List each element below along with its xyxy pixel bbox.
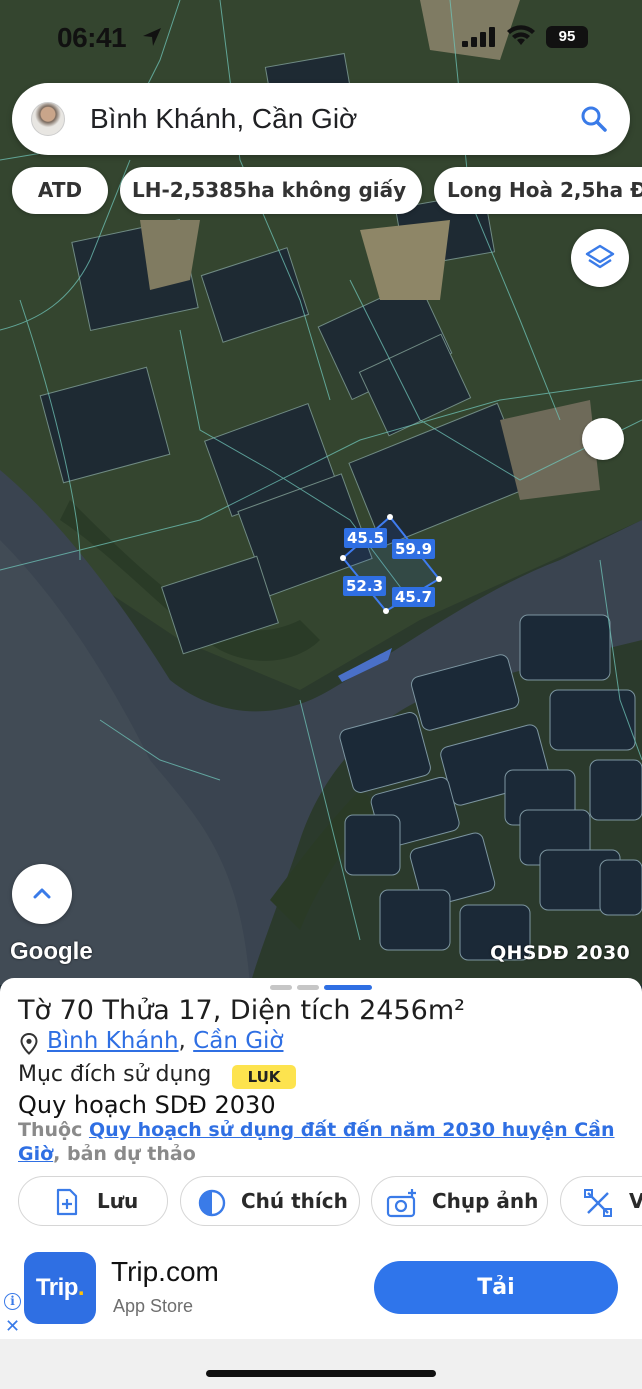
draw-label: Vẽ: [629, 1189, 642, 1213]
layers-button[interactable]: [571, 229, 629, 287]
parcel-title: Tờ 70 Thửa 17, Diện tích 2456m²: [18, 995, 465, 1026]
expand-button[interactable]: [12, 864, 72, 924]
ad-title[interactable]: Trip.com: [111, 1256, 219, 1288]
plan-heading: Quy hoạch SDĐ 2030: [18, 1091, 276, 1119]
ad-banner[interactable]: i ✕ Trip. Trip.com App Store Tải: [0, 1242, 642, 1339]
parcel-edge-label: 45.7: [392, 587, 436, 607]
app-logo-text: Trip: [35, 1274, 79, 1301]
filter-chip[interactable]: ATD: [12, 167, 108, 214]
app-logo-dot: .: [77, 1274, 85, 1301]
download-button[interactable]: Tải: [374, 1261, 618, 1314]
parcel-edge-label: 45.5: [344, 528, 388, 548]
search-icon[interactable]: [580, 105, 608, 133]
search-input[interactable]: Bình Khánh, Cần Giờ: [90, 103, 357, 135]
avatar[interactable]: [31, 102, 65, 136]
photo-label: Chụp ảnh: [432, 1189, 539, 1213]
draw-button[interactable]: Vẽ: [560, 1176, 642, 1226]
ad-subtitle: App Store: [113, 1296, 194, 1316]
ruler-pencil-icon: [584, 1189, 612, 1217]
parcel-info-sheet[interactable]: Tờ 70 Thửa 17, Diện tích 2456m² Bình Khá…: [0, 978, 642, 1242]
add-photo-icon: [386, 1189, 416, 1218]
location-line: Bình Khánh, Cần Giờ: [47, 1028, 284, 1054]
purpose-badge: LUK: [232, 1065, 296, 1089]
wifi-icon: [507, 25, 535, 45]
plan-suffix: , bản dự thảo: [53, 1143, 196, 1165]
map-view[interactable]: 45.5 59.9 52.3 45.7 06:41 95 Bình Khánh,…: [0, 0, 642, 985]
sheet-handle-active[interactable]: [324, 985, 372, 990]
ad-close-icon[interactable]: ✕: [5, 1316, 20, 1337]
parcel-edge-label: 59.9: [392, 539, 436, 559]
layers-icon: [585, 244, 615, 269]
ad-info-icon[interactable]: i: [4, 1293, 21, 1310]
plan-prefix: Thuộc: [18, 1119, 89, 1141]
sheet-handle[interactable]: [270, 985, 292, 990]
status-time: 06:41: [57, 22, 127, 53]
map-control-dot[interactable]: [582, 418, 624, 460]
commune-link[interactable]: Bình Khánh: [47, 1028, 179, 1054]
search-bar[interactable]: Bình Khánh, Cần Giờ: [12, 83, 630, 155]
cellular-signal-icon: [462, 27, 495, 47]
photo-button[interactable]: Chụp ảnh: [371, 1176, 548, 1226]
sheet-handle[interactable]: [297, 985, 319, 990]
legend-label: Chú thích: [241, 1189, 348, 1213]
overlay-tag: QHSDĐ 2030: [490, 942, 630, 964]
parcel-edge-label: 52.3: [343, 576, 387, 596]
battery-indicator: 95: [546, 26, 588, 48]
home-indicator[interactable]: [206, 1370, 436, 1377]
filter-chip[interactable]: LH-2,5385ha không giấy: [120, 167, 422, 214]
district-link[interactable]: Cần Giờ: [193, 1028, 283, 1054]
purpose-label: Mục đích sử dụng: [18, 1062, 212, 1087]
location-arrow-icon: [143, 28, 161, 46]
app-logo[interactable]: Trip.: [24, 1252, 96, 1324]
google-attribution: Google: [10, 938, 93, 965]
legend-button[interactable]: Chú thích: [180, 1176, 360, 1226]
contrast-icon: [198, 1189, 226, 1217]
location-separator: ,: [178, 1028, 194, 1054]
filter-chip[interactable]: Long Hoà 2,5ha Đ: [434, 167, 642, 214]
plan-description: Thuộc Quy hoạch sử dụng đất đến năm 2030…: [18, 1118, 618, 1166]
save-button[interactable]: Lưu: [18, 1176, 168, 1226]
chevron-up-icon: [33, 888, 51, 899]
add-file-icon: [56, 1188, 78, 1216]
save-label: Lưu: [97, 1189, 139, 1213]
location-pin-icon: [20, 1033, 38, 1055]
status-bar: 06:41 95: [0, 18, 642, 58]
home-area: [0, 1339, 642, 1389]
action-row: Lưu Chú thích Chụp ảnh: [0, 1176, 642, 1228]
